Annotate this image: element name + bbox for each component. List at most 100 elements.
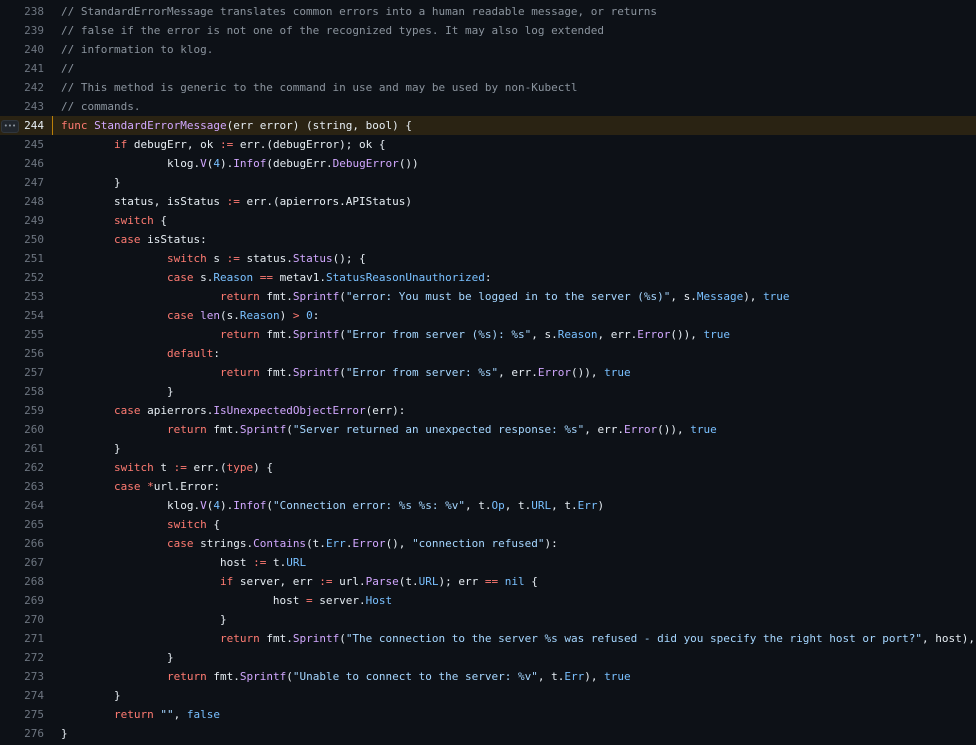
code-token: (t. (398, 575, 419, 588)
code-content: return fmt.Sprintf("Error from server: %… (61, 363, 631, 382)
code-token: ): (544, 537, 558, 550)
line-number[interactable]: 265 (0, 515, 44, 534)
code-token: ( (339, 290, 346, 303)
code-token: "The connection to the server %s was ref… (345, 632, 922, 645)
line-number[interactable]: 249 (0, 211, 44, 230)
code-line: 262 switch t := err.(type) { (0, 458, 976, 477)
line-number[interactable]: 240 (0, 40, 44, 59)
line-number[interactable]: 256 (0, 344, 44, 363)
line-number[interactable]: 266 (0, 534, 44, 553)
code-content: case len(s.Reason) > 0: (61, 306, 319, 325)
line-number[interactable]: 246 (0, 154, 44, 173)
line-number[interactable]: 269 (0, 591, 44, 610)
line-number[interactable]: 251 (0, 249, 44, 268)
line-number[interactable]: 268 (0, 572, 44, 591)
code-line: 242 // This method is generic to the comm… (0, 78, 976, 97)
code-token: Infof (233, 499, 267, 512)
code-token: Op (491, 499, 505, 512)
code-token: Reason (213, 271, 254, 284)
code-content: // This method is generic to the command… (61, 78, 578, 97)
code-content: if debugErr, ok := err.(debugError); ok … (61, 135, 386, 154)
code-token: Err (325, 537, 346, 550)
line-number[interactable]: 238 (0, 2, 44, 21)
line-number[interactable]: 259 (0, 401, 44, 420)
line-number[interactable]: 257 (0, 363, 44, 382)
code-line: 265 switch { (0, 515, 976, 534)
code-token: (t. (306, 537, 326, 550)
line-number[interactable]: 241 (0, 59, 44, 78)
line-number[interactable]: 255 (0, 325, 44, 344)
line-number[interactable]: 261 (0, 439, 44, 458)
line-number[interactable]: 276 (0, 724, 44, 743)
code-content: case isStatus: (61, 230, 207, 249)
code-token: , t. (551, 499, 578, 512)
code-token: "Unable to connect to the server: %v" (292, 670, 538, 683)
code-token: Error (623, 423, 658, 436)
line-number[interactable]: 275 (0, 705, 44, 724)
code-token: Sprintf (292, 290, 340, 303)
code-line: 275 return "", false (0, 705, 976, 724)
code-content: case *url.Error: (61, 477, 220, 496)
line-number[interactable]: 245 (0, 135, 44, 154)
line-number[interactable]: 252 (0, 268, 44, 287)
code-token: s. (193, 271, 214, 284)
line-number[interactable]: 248 (0, 192, 44, 211)
code-token: case (113, 404, 141, 417)
line-number[interactable]: 271 (0, 629, 44, 648)
code-token: fmt. (206, 670, 240, 683)
code-token: err.(apierrors.APIStatus) (239, 195, 413, 208)
code-token: switch (113, 461, 154, 474)
code-token: case (113, 233, 141, 246)
line-number[interactable]: 270 (0, 610, 44, 629)
code-token: * (147, 480, 154, 493)
line-number[interactable]: 262 (0, 458, 44, 477)
code-token: { (524, 575, 538, 588)
line-number[interactable]: 258 (0, 382, 44, 401)
line-number[interactable]: 250 (0, 230, 44, 249)
line-number[interactable]: 239 (0, 21, 44, 40)
line-number[interactable]: 272 (0, 648, 44, 667)
code-line: 266 case strings.Contains(t.Err.Error(),… (0, 534, 976, 553)
code-token: return (166, 670, 207, 683)
line-number[interactable]: 243 (0, 97, 44, 116)
code-token: URL (286, 556, 307, 569)
line-number[interactable]: 244 (0, 116, 44, 135)
line-number[interactable]: 253 (0, 287, 44, 306)
code-line: 272 } (0, 648, 976, 667)
code-token: if (219, 575, 234, 588)
code-line: 256 default: (0, 344, 976, 363)
code-token: StatusReasonUnauthorized (325, 271, 485, 284)
code-token: Sprintf (292, 366, 340, 379)
code-line: 271 return fmt.Sprintf("The connection t… (0, 629, 976, 648)
line-number[interactable]: 264 (0, 496, 44, 515)
code-line: 246 klog.V(4).Infof(debugErr.DebugError(… (0, 154, 976, 173)
code-token: switch (166, 252, 207, 265)
code-line: 259 case apierrors.IsUnexpectedObjectErr… (0, 401, 976, 420)
line-number[interactable]: 260 (0, 420, 44, 439)
code-token: server. (312, 594, 366, 607)
code-token: (err error) (string, bool) { (226, 119, 413, 132)
code-token: ). (219, 499, 234, 512)
code-token: strings. (193, 537, 254, 550)
line-number[interactable]: 274 (0, 686, 44, 705)
line-number[interactable]: 263 (0, 477, 44, 496)
line-number[interactable]: 247 (0, 173, 44, 192)
line-number[interactable]: 267 (0, 553, 44, 572)
code-token: 4 (213, 499, 220, 512)
code-token: // information to klog. (61, 43, 214, 56)
code-content: switch t := err.(type) { (61, 458, 273, 477)
line-number[interactable]: 242 (0, 78, 44, 97)
code-content: } (61, 173, 121, 192)
code-token: , err. (498, 366, 538, 379)
line-number[interactable]: 254 (0, 306, 44, 325)
line-number[interactable]: 273 (0, 667, 44, 686)
code-token: = (306, 594, 313, 607)
